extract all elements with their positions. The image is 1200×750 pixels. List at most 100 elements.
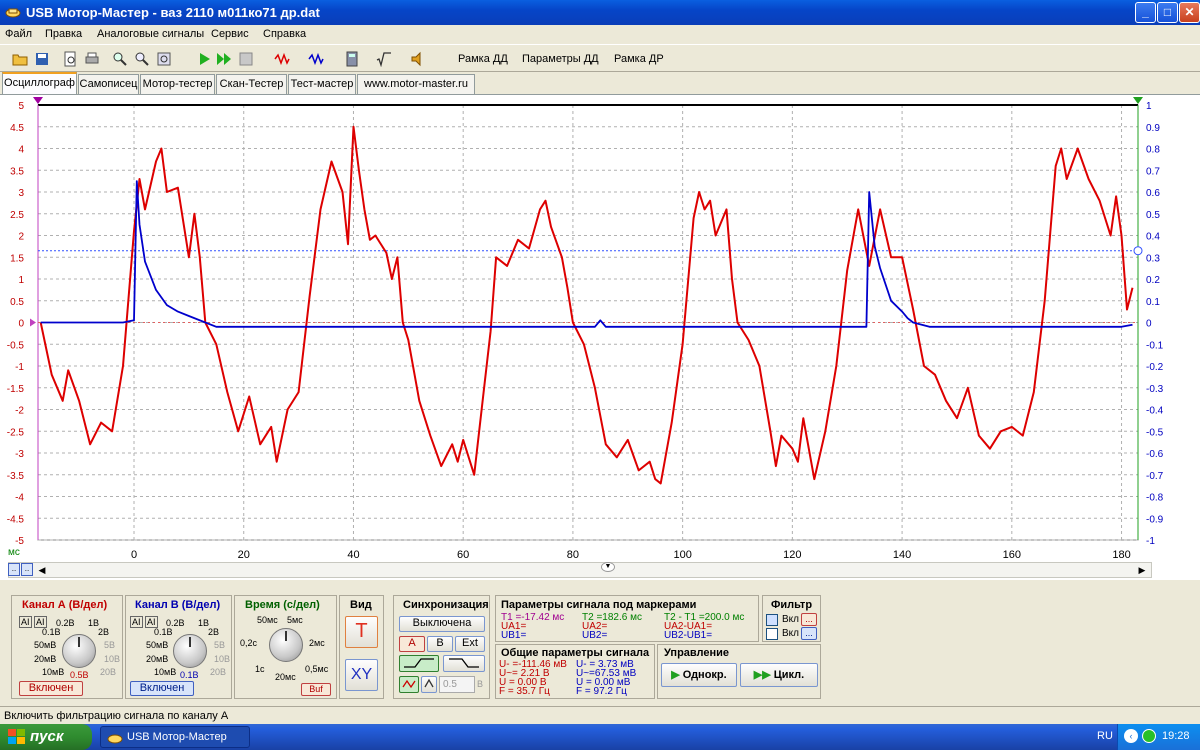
scale-label: 10В — [214, 654, 231, 664]
marker-t2-handle — [1133, 97, 1143, 104]
filter-b-settings-button[interactable]: ... — [801, 627, 817, 640]
time-scale-knob[interactable] — [269, 628, 303, 662]
close-button[interactable]: ✕ — [1179, 2, 1200, 23]
taskbar-app-item[interactable]: USB Мотор-Мастер — [100, 726, 250, 748]
scale-label: 20мВ — [34, 654, 57, 664]
zoom-fit-icon[interactable] — [156, 51, 172, 67]
frame-dr-button[interactable]: Рамка ДР — [614, 53, 664, 65]
sync-single-button[interactable] — [421, 676, 437, 693]
print-icon[interactable] — [84, 51, 100, 67]
scale-label: 20мс — [275, 672, 296, 682]
tab-website[interactable]: www.motor-master.ru — [357, 74, 475, 94]
cycle-run-button[interactable]: ▶▶ Цикл. — [740, 663, 818, 687]
maximize-button[interactable]: □ — [1157, 2, 1178, 23]
channel-a-enable-button[interactable]: Включен — [19, 681, 83, 696]
filter-a-checkbox[interactable] — [766, 614, 778, 626]
view-xy-button[interactable]: XY — [345, 659, 378, 691]
channel-b-scale-knob[interactable] — [173, 634, 207, 668]
scale-label: 5мс — [287, 615, 303, 625]
play-icon: ▶ — [671, 669, 680, 681]
y-right-tick-label: -0.1 — [1146, 340, 1164, 351]
sync-mode-button[interactable]: Выключена — [399, 616, 485, 632]
scroll-right-arrow[interactable]: ▶ — [1135, 564, 1149, 576]
tab-scan-tester[interactable]: Скан-Тестер — [216, 74, 287, 94]
signal-a-icon[interactable] — [274, 51, 290, 67]
x-tick-label: 60 — [457, 549, 469, 561]
menu-service[interactable]: Сервис — [211, 28, 249, 40]
sync-rising-edge-button[interactable] — [399, 655, 439, 672]
language-indicator[interactable]: RU — [1097, 730, 1113, 742]
y-right-tick-label: -1 — [1146, 536, 1155, 547]
time-scrollbar[interactable]: ◀ ▼ ▶ — [8, 562, 1152, 578]
save-icon[interactable] — [34, 51, 50, 67]
menu-file[interactable]: Файл — [5, 28, 32, 40]
menu-help[interactable]: Справка — [263, 28, 306, 40]
tab-motor-tester[interactable]: Мотор-тестер — [140, 74, 215, 94]
time-group: Время (с/дел) 50мс 5мс 0,2с 2мс 1с 0,5мс… — [234, 595, 337, 699]
y-right-tick-label: -0.4 — [1146, 406, 1164, 417]
menu-edit[interactable]: Правка — [45, 28, 82, 40]
chevron-left-icon[interactable]: ‹ — [1124, 729, 1138, 743]
calculator-icon[interactable] — [344, 51, 360, 67]
title-bar: USB Мотор-Мастер - ваз 2110 м011ко71 др.… — [0, 0, 1200, 25]
y-left-tick-label: 2 — [18, 232, 24, 243]
frame-dd-button[interactable]: Рамка ДД — [458, 53, 508, 65]
start-button[interactable]: пуск — [0, 724, 92, 750]
menu-analog[interactable]: Аналоговые сигналы — [97, 28, 204, 40]
channel-a-scale-knob[interactable] — [62, 634, 96, 668]
buffer-button[interactable]: Buf — [301, 683, 331, 696]
signal-b-icon[interactable] — [308, 51, 324, 67]
sound-icon[interactable] — [410, 51, 426, 67]
sync-channel-ext[interactable]: Ext — [455, 636, 485, 652]
y-right-tick-label: 0.7 — [1146, 166, 1160, 177]
tab-oscilloscope[interactable]: Осциллограф — [2, 72, 77, 94]
params-dd-button[interactable]: Параметры ДД — [522, 53, 599, 65]
single-run-button[interactable]: ▶ Однокр. — [661, 663, 737, 687]
x-tick-label: 80 — [567, 549, 579, 561]
control-panel: Канал А (В/дел) AI AI 0.2В 1В 0.1В 2В 50… — [0, 580, 1200, 706]
filter-title: Фильтр — [771, 599, 813, 611]
preview-icon[interactable] — [62, 51, 78, 67]
minimize-button[interactable]: _ — [1135, 2, 1156, 23]
tab-test-master[interactable]: Тест-мастер — [288, 74, 356, 94]
sync-level-input[interactable]: 0.5 — [439, 676, 475, 693]
sqrt-icon[interactable] — [376, 51, 392, 67]
y-left-tick-label: -4.5 — [7, 514, 25, 525]
filter-a-settings-button[interactable]: ... — [801, 613, 817, 626]
channel-b-enable-button[interactable]: Включен — [130, 681, 194, 696]
open-folder-icon[interactable] — [12, 51, 28, 67]
scroll-thumb-center[interactable]: ▼ — [601, 562, 615, 572]
marker-left-button[interactable]: .. — [8, 563, 20, 576]
y-right-tick-label: -0.6 — [1146, 449, 1164, 460]
status-text: Включить фильтрацию сигнала по каналу А — [4, 710, 229, 722]
filter-b-checkbox[interactable] — [766, 628, 778, 640]
channel-b-ai-badge-1[interactable]: AI — [130, 616, 143, 628]
zoom-in-icon[interactable] — [112, 51, 128, 67]
y-right-tick-label: -0.5 — [1146, 427, 1164, 438]
sync-falling-edge-button[interactable] — [443, 655, 485, 672]
scale-label: 10мВ — [42, 667, 65, 677]
fast-forward-icon[interactable] — [216, 51, 232, 67]
play-icon[interactable] — [196, 51, 212, 67]
sync-auto-button[interactable] — [399, 676, 419, 693]
sync-group: Синхронизация Выключена A B Ext 0.5 В — [393, 595, 490, 699]
marker-right-button[interactable]: .. — [21, 563, 33, 576]
y-left-tick-label: 5 — [18, 101, 24, 112]
oscilloscope-chart[interactable]: 5 4.5 4 3.5 3 2.5 2 1.5 1 0.5 0 -0.5 -1 -1.5 -2 -2.5 -3 -… — [0, 95, 1200, 563]
y-right-tick-label: -0.9 — [1146, 514, 1164, 525]
zoom-out-icon[interactable] — [134, 51, 150, 67]
rising-edge-icon — [404, 658, 434, 668]
view-t-button[interactable]: T — [345, 616, 378, 648]
channel-a-ai-badge-1[interactable]: AI — [19, 616, 32, 628]
control-title: Управление — [664, 647, 730, 659]
scale-label: 10В — [104, 654, 121, 664]
network-icon[interactable] — [1142, 729, 1156, 743]
y-left-tick-label: 4 — [18, 145, 24, 156]
y-left-tick-label: -1 — [15, 362, 24, 373]
sync-channel-b[interactable]: B — [427, 636, 453, 652]
scroll-left-arrow[interactable]: ◀ — [35, 564, 49, 576]
x-tick-label: 180 — [1112, 549, 1130, 561]
stop-icon[interactable] — [238, 51, 254, 67]
sync-channel-a[interactable]: A — [399, 636, 425, 652]
tab-recorder[interactable]: Самописец — [78, 74, 139, 94]
